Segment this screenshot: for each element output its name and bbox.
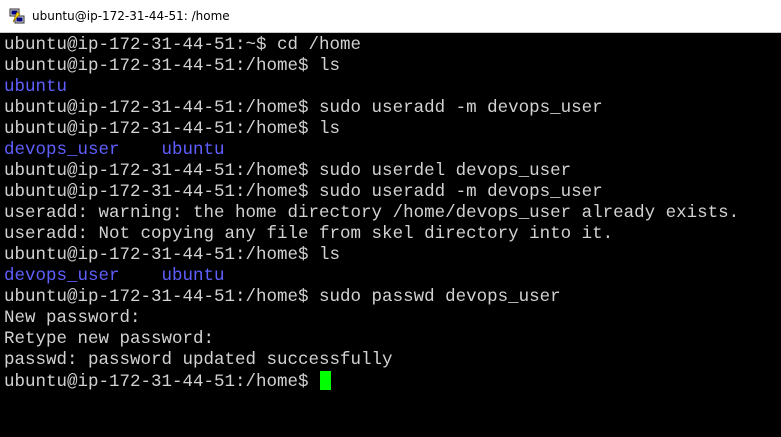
- directory-entry: ubuntu: [4, 77, 68, 97]
- title-bar[interactable]: ubuntu@ip-172-31-44-51: /home: [0, 0, 781, 33]
- terminal-line: ubuntu@ip-172-31-44-51:/home$ ls: [4, 119, 341, 139]
- terminal-line: ubuntu@ip-172-31-44-51:/home$ sudo userd…: [4, 161, 572, 181]
- directory-entry: ubuntu: [161, 140, 225, 160]
- terminal-line: ubuntu@ip-172-31-44-51:/home$ ls: [4, 56, 341, 76]
- ls-output-line: devops_user ubuntu: [4, 266, 781, 287]
- terminal-line: ubuntu@ip-172-31-44-51:/home$ sudo usera…: [4, 98, 603, 118]
- directory-entry: devops_user: [4, 140, 120, 160]
- terminal-line: ubuntu@ip-172-31-44-51:/home$ sudo usera…: [4, 182, 603, 202]
- terminal-line: ubuntu@ip-172-31-44-51:/home$ ls: [4, 245, 341, 265]
- directory-entry: devops_user: [4, 266, 120, 286]
- terminal-line: New password:: [4, 308, 141, 328]
- shell-prompt: ubuntu@ip-172-31-44-51:/home$: [4, 372, 309, 392]
- directory-entry: ubuntu: [161, 266, 225, 286]
- current-prompt-line[interactable]: ubuntu@ip-172-31-44-51:/home$: [4, 371, 781, 392]
- ls-output-line: devops_user ubuntu: [4, 140, 781, 161]
- putty-icon: [9, 8, 25, 24]
- ls-output-line: ubuntu: [4, 77, 781, 98]
- terminal-line: useradd: warning: the home directory /ho…: [4, 203, 740, 223]
- terminal-line: Retype new password:: [4, 329, 215, 349]
- terminal-window: ubuntu@ip-172-31-44-51: /home ubuntu@ip-…: [0, 0, 781, 437]
- terminal-line: ubuntu@ip-172-31-44-51:~$ cd /home: [4, 35, 362, 55]
- terminal-line: passwd: password updated successfully: [4, 350, 393, 370]
- text-cursor: [319, 371, 331, 390]
- window-title: ubuntu@ip-172-31-44-51: /home: [32, 9, 230, 23]
- terminal-line: ubuntu@ip-172-31-44-51:/home$ sudo passw…: [4, 287, 561, 307]
- terminal-line: useradd: Not copying any file from skel …: [4, 224, 614, 244]
- terminal-output[interactable]: ubuntu@ip-172-31-44-51:~$ cd /home ubuntu…: [0, 33, 781, 437]
